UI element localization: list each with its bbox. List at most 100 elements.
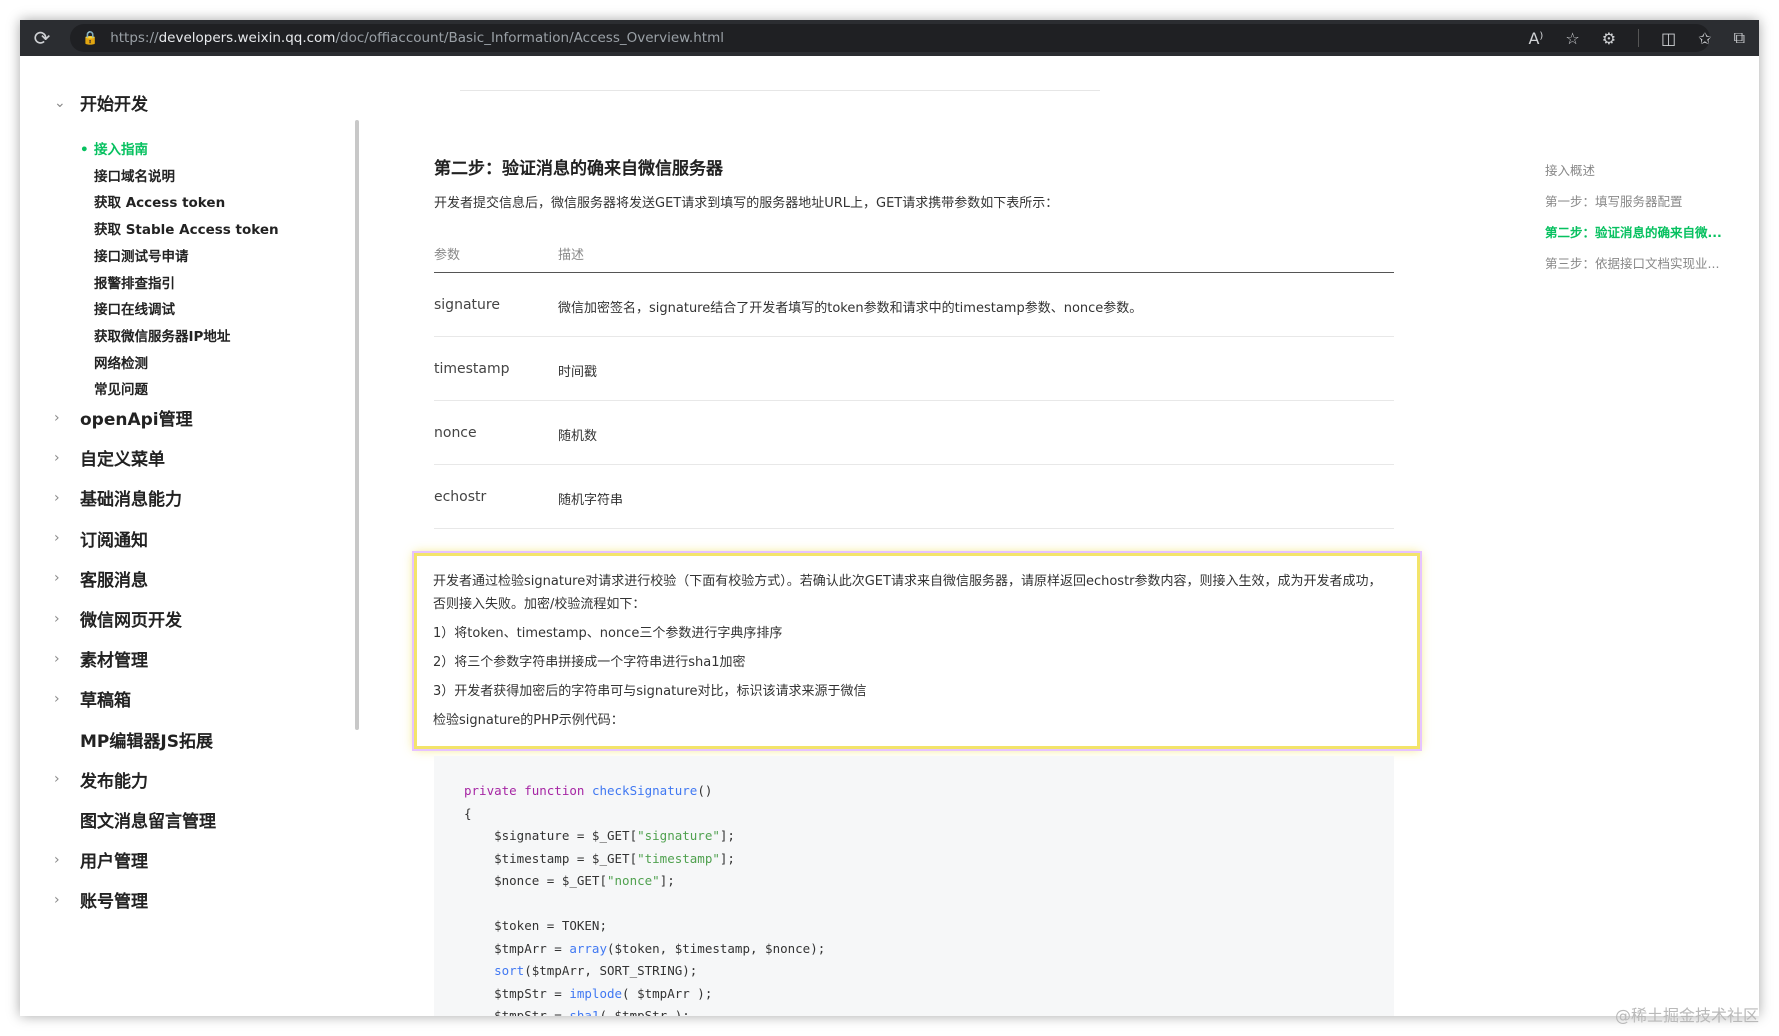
chevron-right-icon: › bbox=[54, 690, 60, 707]
watermark: @稀土掘金技术社区 bbox=[1614, 1006, 1759, 1025]
sidebar-subitem[interactable]: 获取 Stable Access token bbox=[94, 218, 279, 238]
chevron-right-icon: › bbox=[54, 570, 60, 587]
read-aloud-icon[interactable]: A⁾ bbox=[1528, 29, 1543, 48]
split-screen-icon[interactable]: ◫ bbox=[1661, 29, 1676, 48]
sidebar-section-label: 用户管理 bbox=[80, 852, 148, 873]
table-header: 参数 描述 bbox=[434, 230, 1394, 273]
sidebar-section[interactable]: MP编辑器JS拓展 bbox=[54, 727, 213, 752]
chevron-down-icon: ⌄ bbox=[54, 94, 66, 111]
url-prefix: https:// bbox=[110, 30, 159, 46]
sidebar-section-label: 草稿箱 bbox=[80, 691, 131, 712]
sidebar-subitem[interactable]: 接口在线调试 bbox=[94, 298, 175, 318]
sidebar-subitem-label: 获取 Access token bbox=[94, 195, 226, 212]
sidebar-section-label: 订阅通知 bbox=[80, 530, 148, 551]
sidebar-section[interactable]: › 素材管理 bbox=[54, 646, 148, 672]
sidebar-section-label: MP编辑器JS拓展 bbox=[80, 731, 213, 752]
sidebar-subitem-label: 获取 Stable Access token bbox=[94, 222, 279, 239]
sidebar-section[interactable]: › 发布能力 bbox=[54, 767, 148, 792]
sidebar-subitem-label: 接口域名说明 bbox=[94, 168, 175, 185]
address-bar[interactable]: 🔒 https://developers.weixin.qq.com/doc/o… bbox=[70, 24, 1710, 52]
param-name: signature bbox=[434, 297, 500, 313]
chevron-right-icon: › bbox=[54, 891, 60, 908]
sidebar-section-label: 账号管理 bbox=[80, 892, 148, 913]
sidebar-subitem[interactable]: 获取微信服务器IP地址 bbox=[94, 325, 230, 345]
chevron-right-icon: › bbox=[54, 449, 60, 466]
highlight-step-3: 3）开发者获得加密后的字符串可与signature对比，标识该请求来源于微信 bbox=[433, 684, 867, 699]
chevron-right-icon: › bbox=[54, 530, 60, 547]
refresh-icon[interactable]: ⟳ bbox=[20, 26, 64, 50]
table-row: nonce 随机数 bbox=[434, 401, 1394, 465]
sidebar-subitem-label: 接口在线调试 bbox=[94, 302, 175, 319]
sidebar-subitem[interactable]: 获取 Access token bbox=[94, 191, 225, 211]
param-description: 微信加密签名，signature结合了开发者填写的token参数和请求中的tim… bbox=[558, 301, 1143, 316]
sidebar-section-label: 客服消息 bbox=[80, 570, 148, 591]
sidebar-subitem[interactable]: 网络检测 bbox=[94, 352, 148, 372]
favorite-star-icon[interactable]: ☆ bbox=[1565, 29, 1579, 48]
nav-section-label: 开始开发 bbox=[80, 95, 148, 115]
extensions-icon[interactable]: ⚙ bbox=[1602, 29, 1616, 48]
main-content: 第二步：验证消息的确来自微信服务器 开发者提交信息后，微信服务器将发送GET请求… bbox=[360, 56, 1759, 1016]
highlight-box: 开发者通过检验signature对请求进行校验（下面有校验方式）。若确认此次GE… bbox=[414, 553, 1420, 749]
param-name: echostr bbox=[434, 489, 487, 505]
toc-item[interactable]: 第三步：依据接口文档实现业... bbox=[1545, 253, 1745, 284]
highlight-paragraph: 开发者通过检验signature对请求进行校验（下面有校验方式）。若确认此次GE… bbox=[433, 574, 1382, 612]
sidebar-section[interactable]: › 账号管理 bbox=[54, 887, 148, 913]
sidebar-subitem-label: 接入指南 bbox=[94, 142, 148, 158]
param-description: 随机字符串 bbox=[558, 493, 624, 508]
sidebar-section-label: openApi管理 bbox=[80, 410, 193, 430]
chevron-right-icon: › bbox=[54, 650, 60, 667]
sidebar-subitem-label: 获取微信服务器IP地址 bbox=[94, 328, 231, 345]
sidebar-section[interactable]: › 草稿箱 bbox=[54, 686, 131, 712]
chevron-right-icon: › bbox=[54, 851, 60, 868]
sidebar-subitem[interactable]: • 接入指南 bbox=[80, 138, 148, 158]
active-dot-icon: • bbox=[80, 142, 89, 158]
sidebar-subitem[interactable]: 常见问题 bbox=[94, 378, 148, 398]
highlight-step-1: 1）将token、timestamp、nonce三个参数进行字典序排序 bbox=[433, 626, 783, 641]
table-row: echostr 随机字符串 bbox=[434, 465, 1394, 529]
sidebar-subitem-label: 网络检测 bbox=[94, 355, 148, 372]
sidebar-scrollbar[interactable] bbox=[355, 120, 359, 730]
chevron-right-icon: › bbox=[54, 489, 60, 506]
toc-item[interactable]: 第一步：填写服务器配置 bbox=[1545, 191, 1745, 222]
toolbar-divider bbox=[1638, 29, 1640, 47]
sidebar-section[interactable]: › 客服消息 bbox=[54, 566, 148, 591]
nav-section-start-dev[interactable]: ⌄ 开始开发 bbox=[54, 90, 148, 116]
param-name: nonce bbox=[434, 425, 477, 441]
code-block[interactable]: private function checkSignature() { $sig… bbox=[434, 756, 1394, 1016]
intro-text: 开发者提交信息后，微信服务器将发送GET请求到填写的服务器地址URL上，GET请… bbox=[434, 196, 1059, 211]
favorites-icon[interactable]: ✩ bbox=[1698, 29, 1711, 48]
toc-item[interactable]: 接入概述 bbox=[1545, 160, 1745, 191]
table-header-cell: 参数 bbox=[434, 248, 461, 263]
sidebar-subitem[interactable]: 报警排查指引 bbox=[94, 272, 175, 292]
toolbar-icons: A⁾ ☆ ⚙ ◫ ✩ ⧉ bbox=[1528, 20, 1745, 56]
param-table: 参数 描述 signature 微信加密签名，signature结合了开发者填写的… bbox=[434, 230, 1394, 529]
sidebar-subitem-label: 接口测试号申请 bbox=[94, 248, 189, 265]
sidebar-section[interactable]: › openApi管理 bbox=[54, 405, 193, 431]
divider bbox=[460, 90, 1100, 91]
sidebar-subitem[interactable]: 接口测试号申请 bbox=[94, 245, 189, 265]
sidebar-subitem[interactable]: 接口域名说明 bbox=[94, 165, 175, 185]
sidebar-section[interactable]: › 订阅通知 bbox=[54, 526, 148, 551]
sidebar-section-label: 基础消息能力 bbox=[80, 490, 182, 511]
sidebar-subitem-label: 报警排查指引 bbox=[94, 275, 175, 292]
sidebar-section[interactable]: › 微信网页开发 bbox=[54, 606, 182, 632]
chevron-right-icon: › bbox=[54, 610, 60, 627]
browser-toolbar: ⟳ 🔒 https://developers.weixin.qq.com/doc… bbox=[20, 20, 1759, 56]
collections-icon[interactable]: ⧉ bbox=[1734, 28, 1745, 48]
sidebar-section[interactable]: › 用户管理 bbox=[54, 847, 148, 873]
sidebar-section[interactable]: › 自定义菜单 bbox=[54, 445, 165, 471]
sidebar-section[interactable]: 图文消息留言管理 bbox=[54, 807, 216, 832]
sidebar-section-label: 素材管理 bbox=[80, 651, 148, 672]
chevron-right-icon: › bbox=[54, 409, 60, 426]
table-row: timestamp 时间戳 bbox=[434, 337, 1394, 401]
highlight-step-2: 2）将三个参数字符串拼接成一个字符串进行sha1加密 bbox=[433, 655, 746, 670]
sidebar-section-label: 自定义菜单 bbox=[80, 450, 165, 471]
sidebar-section-label: 微信网页开发 bbox=[80, 611, 182, 631]
lock-icon[interactable]: 🔒 bbox=[82, 31, 98, 46]
toc-item[interactable]: 第二步：验证消息的确来自微... bbox=[1545, 222, 1745, 253]
param-description: 时间戳 bbox=[558, 365, 598, 380]
sidebar-section[interactable]: › 基础消息能力 bbox=[54, 485, 182, 511]
sidebar-nav: ⌄ 开始开发 • 接入指南接口域名说明获取 Access token 获取 Stab… bbox=[20, 56, 360, 1016]
sidebar-section-label: 图文消息留言管理 bbox=[80, 812, 216, 832]
param-description: 随机数 bbox=[558, 429, 598, 444]
